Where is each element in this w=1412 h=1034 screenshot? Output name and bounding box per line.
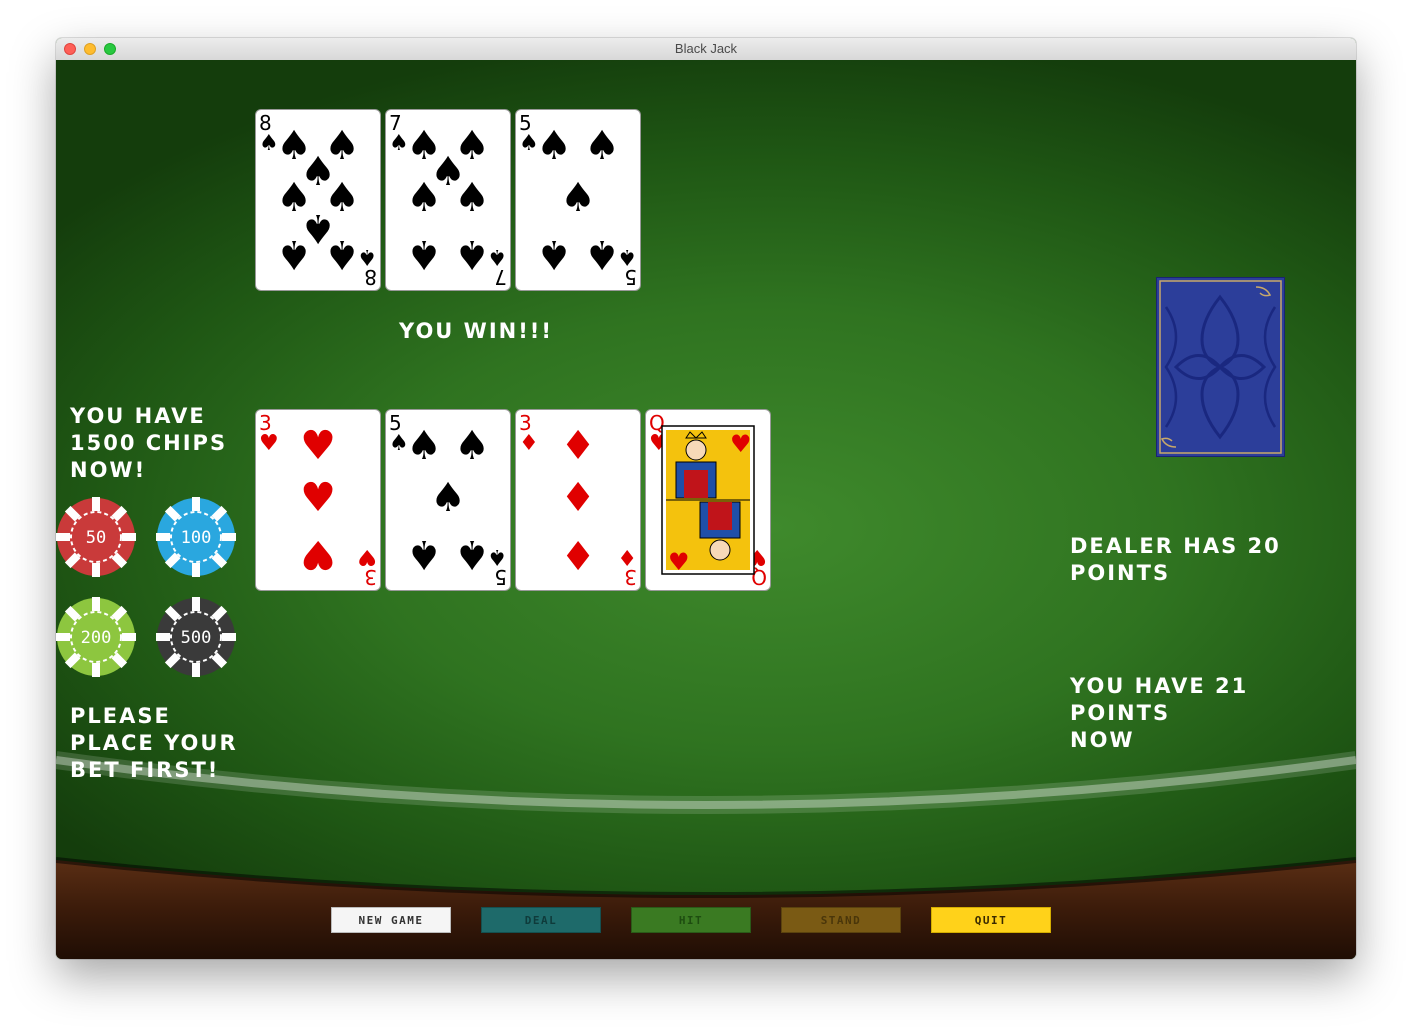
svg-text:♠: ♠ [454,175,490,221]
svg-text:♥: ♥ [357,544,377,569]
chip-200[interactable]: 200 [56,597,136,677]
stand-button[interactable]: STAND [781,907,901,933]
svg-text:500: 500 [181,628,212,648]
svg-text:♠: ♠ [454,231,490,277]
svg-text:♠: ♠ [584,231,620,277]
bet-message: PLEASE PLACE YOUR BET FIRST! [70,703,238,784]
deck-card-back[interactable] [1155,276,1286,458]
svg-text:♥: ♥ [668,548,690,576]
svg-text:♦: ♦ [519,431,539,456]
deal-button[interactable]: DEAL [481,907,601,933]
svg-text:♥: ♥ [300,475,336,521]
svg-text:♠: ♠ [406,175,442,221]
dealer-points-message: DEALER HAS 20 POINTS [1070,533,1281,587]
svg-text:♠: ♠ [560,175,596,221]
dealer-points-line: POINTS [1070,561,1171,585]
chips-message-line: YOU HAVE [70,404,206,428]
player-card: 3 ♦ 3 ♦ ♦ ♦ ♦ [516,410,640,590]
svg-text:♠: ♠ [454,531,490,577]
dealer-points-line: DEALER HAS 20 [1070,534,1281,558]
svg-text:♥: ♥ [730,430,752,458]
player-points-line: YOU HAVE 21 POINTS [1070,674,1249,725]
bet-message-line: BET FIRST! [70,758,220,782]
svg-text:♠: ♠ [406,531,442,577]
svg-text:♠: ♠ [430,475,466,521]
player-card: 5 ♠ 5 ♠ ♠ ♠ ♠ ♠ ♠ [386,410,510,590]
chip-50[interactable]: 50 [56,497,136,577]
app-window: Black Jack 8 ♠ 8 ♠ ♠ ♠ ♠ ♠ ♠ ♠ ♠ ♠ 7 ♠ 7 ♠ ♠ ♠ ♠ ♠ ♠ ♠ ♠ 5 ♠ 5 ♠ ♠ ♠… [56,38,1356,959]
svg-text:♠: ♠ [536,123,572,169]
dealer-card: 5 ♠ 5 ♠ ♠ ♠ ♠ ♠ ♠ [516,110,640,290]
chips-message-line: NOW! [70,458,147,482]
svg-text:100: 100 [181,528,212,548]
svg-text:♠: ♠ [454,423,490,469]
svg-text:♥: ♥ [300,423,336,469]
quit-button[interactable]: QUIT [931,907,1051,933]
chip-500[interactable]: 500 [156,597,236,677]
result-message: YOU WIN!!! [399,319,553,343]
svg-text:♠: ♠ [584,123,620,169]
bet-message-line: PLACE YOUR [70,731,238,755]
svg-text:200: 200 [81,628,112,648]
player-card: 3 ♥ 3 ♥ ♥ ♥ ♥ [256,410,380,590]
svg-text:♠: ♠ [276,231,312,277]
dealer-card: 8 ♠ 8 ♠ ♠ ♠ ♠ ♠ ♠ ♠ ♠ ♠ [256,110,380,290]
svg-text:♥: ♥ [300,531,336,577]
blackjack-table: 8 ♠ 8 ♠ ♠ ♠ ♠ ♠ ♠ ♠ ♠ ♠ 7 ♠ 7 ♠ ♠ ♠ ♠ ♠ ♠ ♠ ♠ 5 ♠ 5 ♠ ♠ ♠ ♠ ♠ ♠ YOU WIN… [56,60,1356,959]
svg-text:♦: ♦ [560,423,596,469]
chips-message: YOU HAVE 1500 CHIPS NOW! [70,403,227,484]
svg-text:♦: ♦ [560,475,596,521]
new-game-button[interactable]: NEW GAME [331,907,451,933]
bet-message-line: PLEASE [70,704,171,728]
chip-100[interactable]: 100 [156,497,236,577]
svg-text:♥: ♥ [259,431,279,456]
hit-button[interactable]: HIT [631,907,751,933]
svg-text:♠: ♠ [406,231,442,277]
svg-text:♠: ♠ [536,231,572,277]
svg-text:♦: ♦ [560,531,596,577]
chips-message-line: 1500 CHIPS [70,431,228,455]
dealer-card: 7 ♠ 7 ♠ ♠ ♠ ♠ ♠ ♠ ♠ ♠ [386,110,510,290]
title-bar[interactable]: Black Jack [56,38,1356,61]
player-points-message: YOU HAVE 21 POINTS NOW [1070,673,1356,754]
player-points-line: NOW [1070,728,1135,752]
svg-text:♦: ♦ [617,544,637,569]
player-card: Q ♥ Q ♥ ♥ ♥ [646,410,770,590]
window-title: Black Jack [674,41,738,56]
svg-text:50: 50 [86,528,106,548]
svg-text:♠: ♠ [324,231,360,277]
svg-text:♠: ♠ [406,423,442,469]
